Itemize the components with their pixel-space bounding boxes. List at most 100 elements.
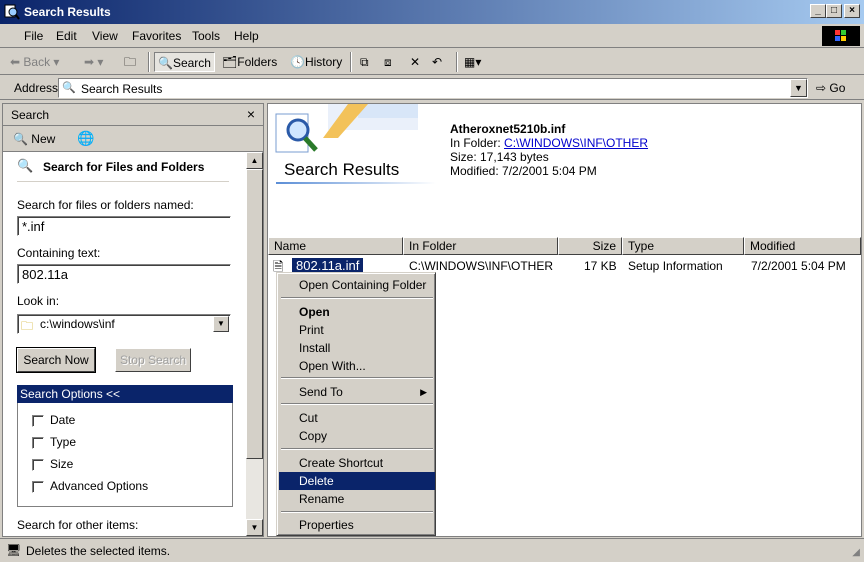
search-results-icon: 🔍 [62,82,76,94]
search-options-header[interactable]: Search Options << [17,385,233,403]
column-header-type[interactable]: Type [622,237,744,255]
windows-logo-icon [822,26,860,46]
menu-item-send-to[interactable]: Send To ▶ [279,383,435,401]
new-search-button[interactable]: 🔍 New [13,132,55,146]
menu-edit[interactable]: Edit [56,29,77,43]
look-in-select[interactable]: 🗀 c:\windows\inf ▼ [17,314,231,334]
move-to-icon[interactable]: ⧉ [360,52,369,72]
folder-link[interactable]: C:\WINDOWS\INF\OTHER [504,136,648,150]
menu-item-open-with[interactable]: Open With... [279,357,435,375]
menu-view[interactable]: View [92,29,118,43]
address-value: Search Results [81,82,163,96]
name-label: Search for files or folders named: [17,198,194,212]
search-pane-header: Search × [3,104,263,126]
maximize-button[interactable]: □ [826,4,842,18]
banner-underline [276,182,436,184]
menu-item-properties[interactable]: Properties [279,516,435,534]
search-pane-tools: 🔍 New 🌐 [3,126,263,152]
menu-help[interactable]: Help [234,29,259,43]
column-header-modified[interactable]: Modified [744,237,861,255]
go-button[interactable]: ⇨ Go [816,81,845,95]
row-size: 17 KB [584,259,617,273]
results-column-headers: Name In Folder Size Type Modified [268,237,861,255]
folder-icon: 🗀 [21,319,34,333]
toolbar-separator [456,52,458,72]
folders-icon: 🗂 [222,55,238,69]
go-arrow-icon: ⇨ [816,81,827,95]
up-folder-button[interactable]: 🗀 [124,52,136,72]
menu-tools[interactable]: Tools [192,29,220,43]
minimize-button[interactable]: _ [810,4,826,18]
context-menu: Open Containing Folder Open Print Instal… [276,272,436,536]
copy-to-icon[interactable]: ⧈ [384,52,392,72]
menu-item-install[interactable]: Install [279,339,435,357]
close-button[interactable]: × [844,4,860,18]
up-folder-icon: 🗀 [124,55,137,69]
menu-item-create-shortcut[interactable]: Create Shortcut [279,454,435,472]
stop-search-button[interactable]: Stop Search [115,348,191,372]
toolbar-separator [350,52,352,72]
advanced-options-checkbox[interactable] [32,481,44,493]
scroll-down-icon[interactable]: ▼ [246,519,263,536]
menu-file[interactable]: File [24,29,43,43]
search-icon: 🔍 [158,56,173,70]
row-type: Setup Information [628,259,723,273]
menu-favorites[interactable]: Favorites [132,29,181,43]
scroll-thumb[interactable] [246,169,263,459]
file-name-input[interactable]: *.inf [17,216,231,236]
size-checkbox[interactable] [32,459,44,471]
menu-item-print[interactable]: Print [279,321,435,339]
address-input[interactable]: 🔍 Search Results [58,78,808,98]
menu-item-cut[interactable]: Cut [279,409,435,427]
row-folder: C:\WINDOWS\INF\OTHER [409,259,553,273]
type-checkbox[interactable] [32,437,44,449]
menu-bar: File Edit View Favorites Tools Help [0,24,864,48]
menu-item-copy[interactable]: Copy [279,427,435,445]
column-header-name[interactable]: Name [268,237,403,255]
address-dropdown-button[interactable]: ▼ [790,79,807,97]
status-bar: 🖥 Deletes the selected items. ◢ [0,538,864,562]
other-items-label: Search for other items: [17,518,139,532]
search-button[interactable]: 🔍Search [154,52,215,72]
column-header-in-folder[interactable]: In Folder [403,237,558,255]
size-option-label: Size [50,457,74,471]
address-bar: Address 🔍 Search Results ▼ ⇨ Go [0,76,864,100]
selected-file-name: Atheroxnet5210b.inf [450,122,566,136]
search-pane-scrollbar[interactable]: ▲ ▼ [246,152,263,536]
menu-item-open[interactable]: Open [279,303,435,321]
look-in-label: Look in: [17,294,60,308]
menu-item-open-containing-folder[interactable]: Open Containing Folder [279,276,435,294]
file-info-panel: Atheroxnet5210b.inf In Folder: C:\WINDOW… [450,122,648,178]
menu-separator [281,403,433,405]
history-icon: 🕓 [290,55,305,69]
search-window-icon [4,4,20,20]
internet-search-icon[interactable]: 🌐 [77,130,94,147]
forward-button[interactable]: ➡ ▾ [84,52,103,72]
delete-icon[interactable]: ✕ [410,52,420,72]
close-icon[interactable]: × [247,106,255,122]
menu-item-delete[interactable]: Delete [279,472,435,490]
history-button[interactable]: 🕓History [290,52,342,72]
search-now-button[interactable]: Search Now [16,347,96,373]
menu-separator [281,448,433,450]
divider [17,181,229,182]
undo-icon[interactable]: ↶ [432,52,442,72]
containing-text-input[interactable]: 802.11a [17,264,231,284]
title-bar[interactable]: Search Results _ □ × [0,0,864,24]
row-file-name[interactable]: 802.11a.inf [290,257,365,274]
date-checkbox[interactable] [32,415,44,427]
toolbar-separator [148,52,150,72]
search-options-box: Date Type Size Advanced Options [17,403,233,507]
scroll-up-icon[interactable]: ▲ [246,152,263,169]
chevron-down-icon[interactable]: ▼ [213,316,229,332]
search-pane: Search × 🔍 New 🌐 🔍 Search for Files and … [2,103,264,537]
views-icon[interactable]: ▦▾ [464,52,481,72]
column-header-size[interactable]: Size [558,237,622,255]
computer-icon: 🖥 [6,543,22,557]
resize-grip-icon[interactable]: ◢ [852,547,860,558]
folders-button[interactable]: 🗂Folders [222,52,277,72]
toolbar: ⬅ Back ▾ ➡ ▾ 🗀 🔍Search 🗂Folders 🕓History… [0,49,864,75]
status-text: Deletes the selected items. [26,544,171,558]
menu-item-rename[interactable]: Rename [279,490,435,508]
back-button[interactable]: ⬅ Back ▾ [10,52,59,72]
